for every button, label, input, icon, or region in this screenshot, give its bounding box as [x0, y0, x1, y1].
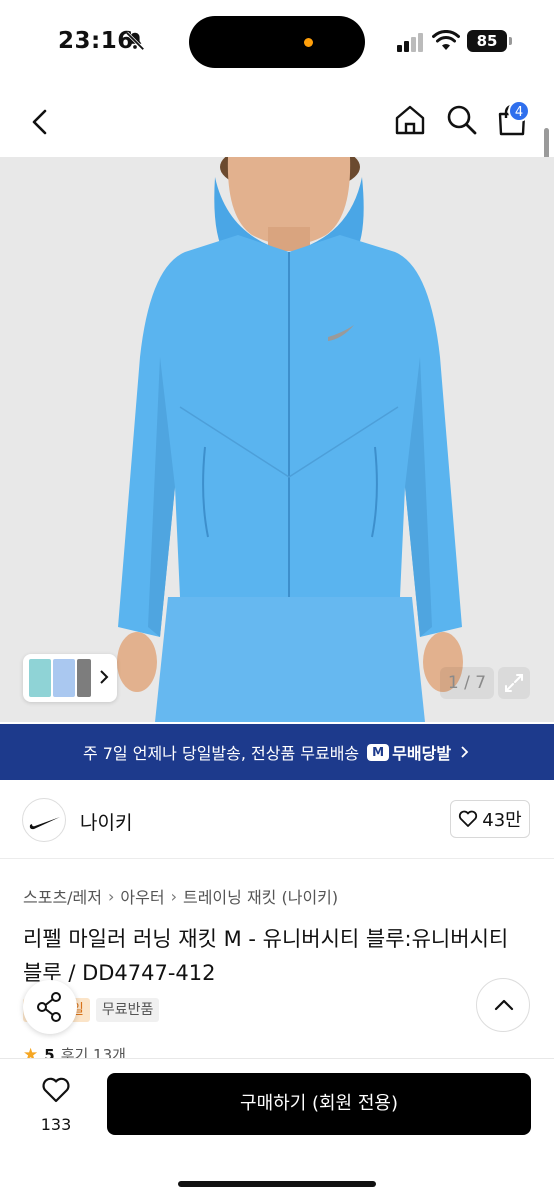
- expand-icon[interactable]: [498, 667, 530, 699]
- buy-button[interactable]: 구매하기 (회원 전용): [107, 1073, 531, 1135]
- thumbnail-image[interactable]: [77, 659, 91, 697]
- breadcrumb-item[interactable]: 트레이닝 재킷 (나이키): [183, 884, 338, 908]
- banner-text: 주 7일 언제나 당일발송, 전상품 무료배송: [82, 744, 360, 763]
- status-bar: 23:16 85: [0, 0, 554, 84]
- banner-brand-label: 무배당발: [392, 744, 452, 763]
- battery-indicator: 85: [467, 30, 512, 52]
- share-button[interactable]: [23, 980, 77, 1034]
- home-icon[interactable]: [392, 102, 428, 138]
- divider: [0, 858, 554, 859]
- product-photo: [0, 157, 554, 722]
- product-title: 리펠 마일러 러닝 재킷 M - 유니버시티 블루:유니버시티 블루 / DD4…: [23, 927, 509, 985]
- m-icon: M: [367, 743, 390, 761]
- bottom-action-bar: 133 구매하기 (회원 전용): [0, 1058, 554, 1200]
- tag-badge: 무료반품: [95, 998, 160, 1022]
- free-shipping-banner[interactable]: 주 7일 언제나 당일발송, 전상품 무료배송 M 무배당발: [0, 724, 554, 780]
- brand-like-button[interactable]: 43만: [450, 800, 530, 838]
- cart-count-badge: 4: [508, 100, 530, 122]
- breadcrumb: 스포츠/레저 › 아우터 › 트레이닝 재킷 (나이키): [23, 884, 338, 908]
- bell-slash-icon: [125, 31, 145, 51]
- product-image-gallery[interactable]: 1 / 7: [0, 157, 554, 722]
- thumbnail-image[interactable]: [53, 659, 75, 697]
- share-icon: [37, 992, 61, 1022]
- chevron-right-icon: [100, 670, 109, 684]
- wish-count: 133: [40, 1115, 72, 1134]
- mubae-logo: M 무배당발: [367, 740, 451, 764]
- chevron-right-icon: ›: [170, 886, 177, 906]
- heart-outline-icon: [459, 810, 478, 827]
- top-nav: 4: [0, 90, 554, 152]
- wishlist-button[interactable]: 133: [30, 1075, 82, 1145]
- heart-outline-icon: [42, 1077, 70, 1103]
- recording-dot: [304, 38, 313, 47]
- status-time: 23:16: [58, 28, 134, 54]
- breadcrumb-item[interactable]: 아우터: [120, 884, 164, 908]
- brand-like-count: 43만: [482, 810, 522, 831]
- breadcrumb-item[interactable]: 스포츠/레저: [23, 884, 102, 908]
- wifi-icon: [432, 30, 460, 50]
- chevron-right-icon: ›: [108, 886, 115, 906]
- scroll-to-top-button[interactable]: [476, 978, 530, 1032]
- back-arrow-icon[interactable]: [22, 104, 58, 140]
- search-icon[interactable]: [444, 102, 480, 138]
- home-indicator[interactable]: [178, 1181, 376, 1187]
- thumbnail-strip[interactable]: [23, 654, 117, 702]
- brand-row[interactable]: 나이키 43만: [0, 796, 554, 844]
- chevron-up-icon: [494, 999, 514, 1011]
- cellular-signal-icon: [397, 33, 423, 52]
- brand-name[interactable]: 나이키: [80, 808, 132, 835]
- thumbnail-image[interactable]: [29, 659, 51, 697]
- dynamic-island: [189, 16, 365, 68]
- chevron-right-icon: [461, 746, 469, 758]
- image-counter: 1 / 7: [440, 667, 494, 699]
- swoosh-icon: [29, 817, 60, 830]
- nike-logo[interactable]: [22, 798, 66, 842]
